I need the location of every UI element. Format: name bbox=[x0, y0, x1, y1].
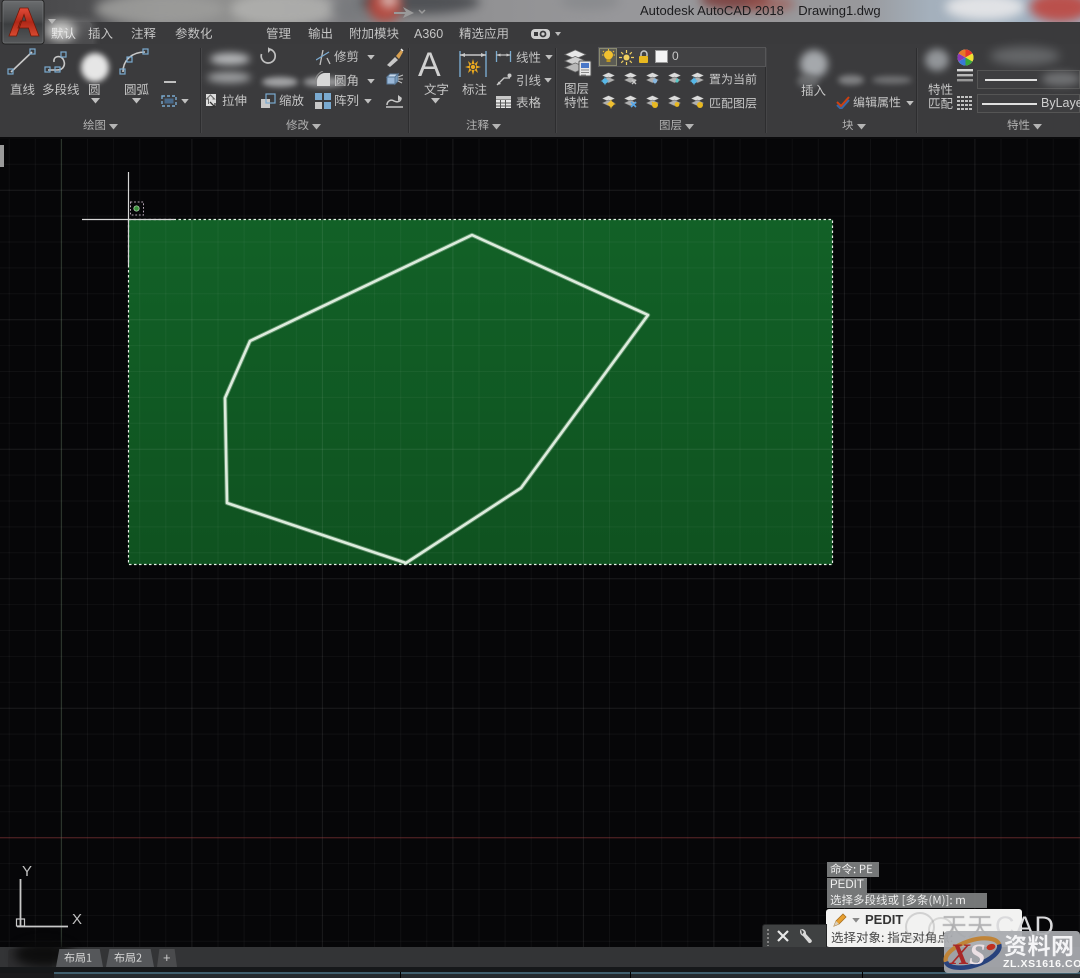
svg-text:X: X bbox=[72, 911, 82, 928]
svg-text:X: X bbox=[949, 938, 971, 971]
svg-text:Y: Y bbox=[22, 863, 32, 880]
svg-text:S: S bbox=[969, 938, 986, 971]
